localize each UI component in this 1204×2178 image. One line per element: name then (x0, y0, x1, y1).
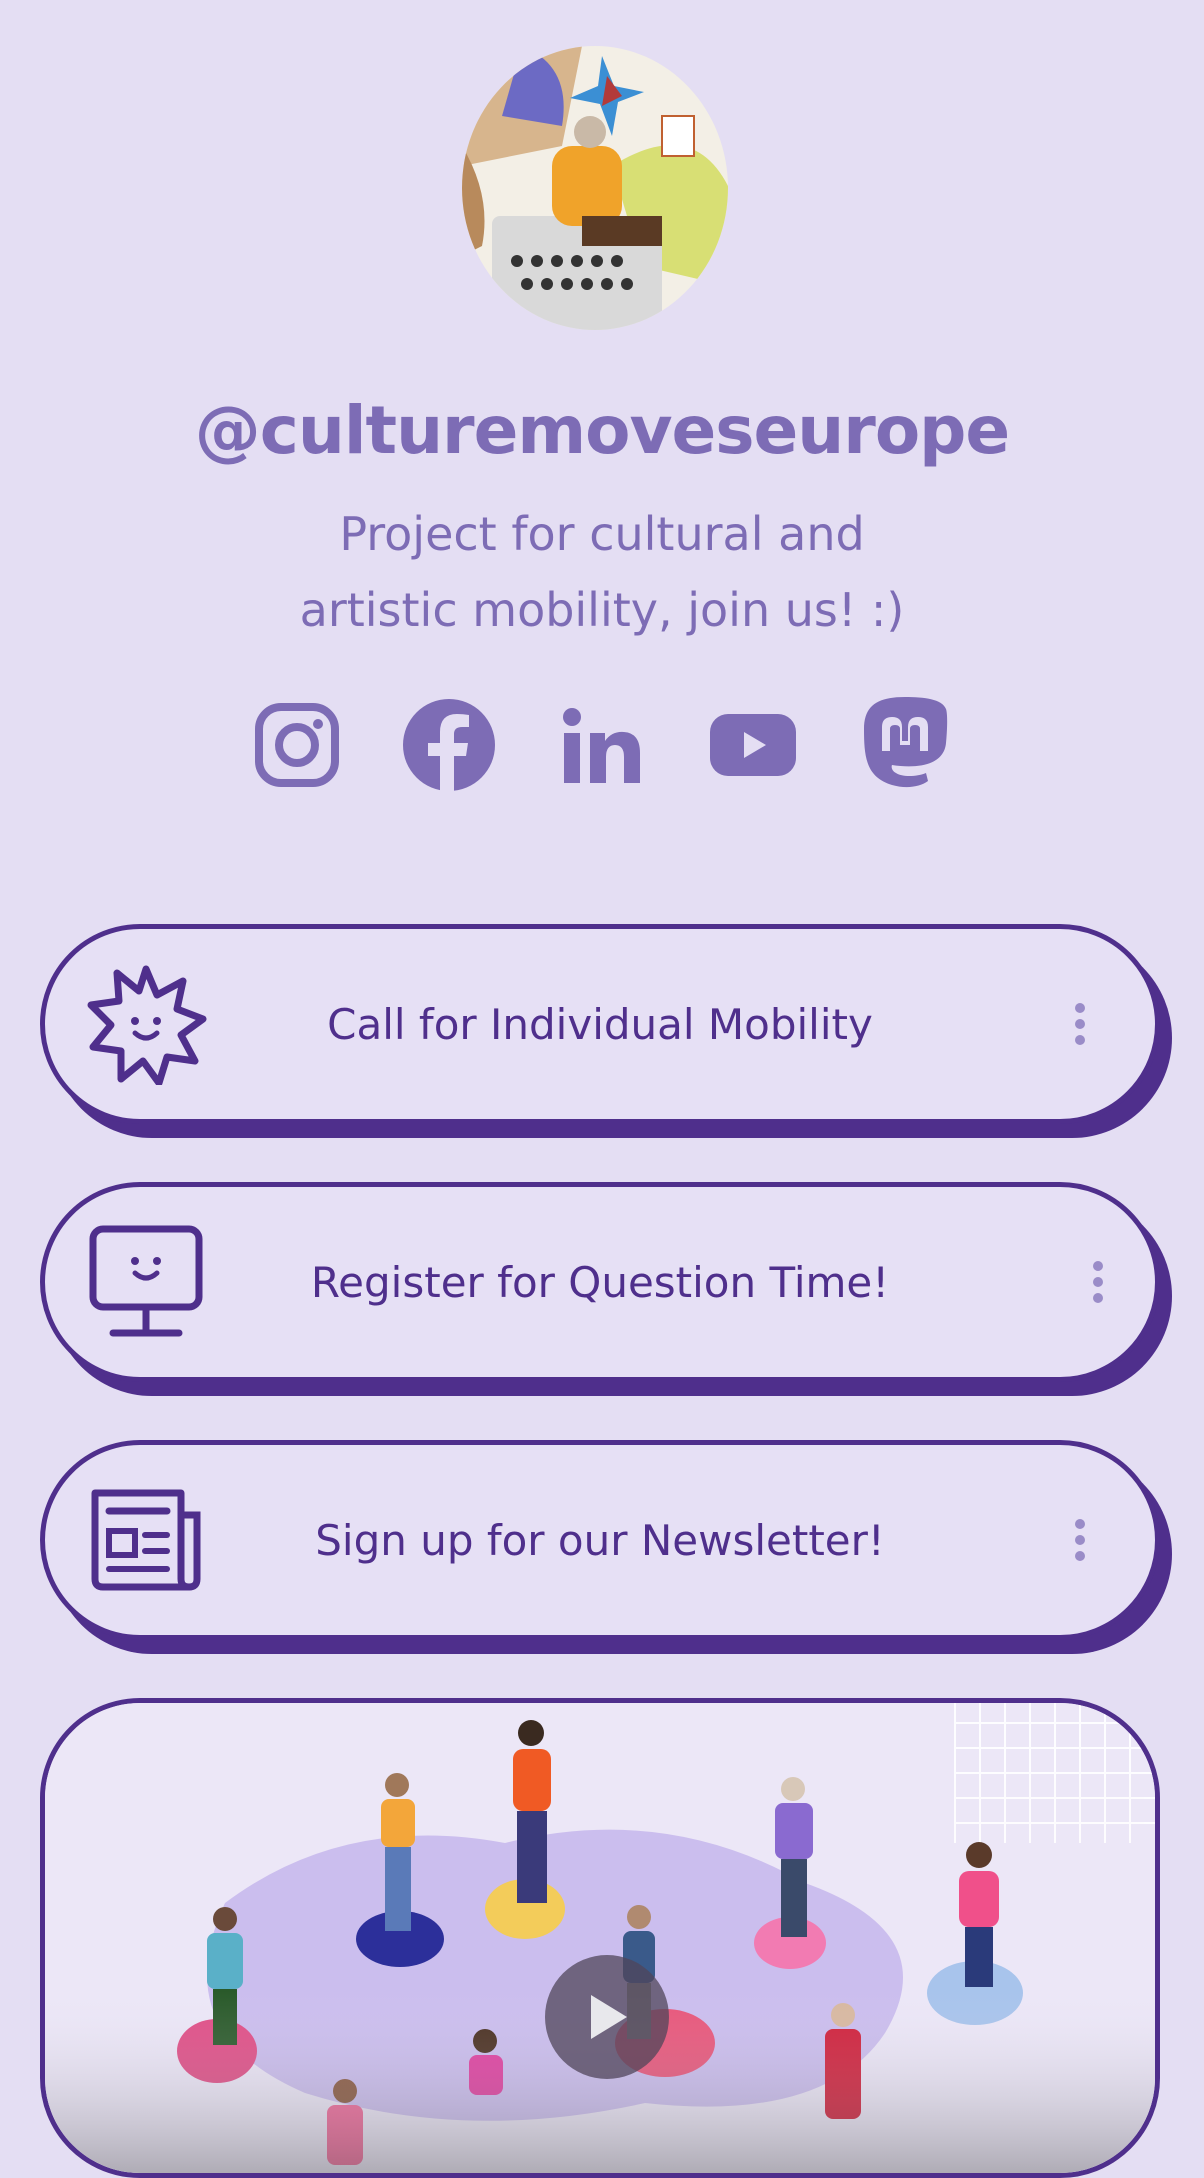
link-call-individual-mobility[interactable]: Call for Individual Mobility (40, 924, 1160, 1124)
youtube-icon[interactable] (710, 690, 796, 800)
mastodon-icon[interactable] (858, 690, 952, 800)
star-smile-icon (85, 963, 207, 1085)
more-options-icon[interactable] (1091, 1260, 1105, 1304)
link-title: Register for Question Time! (310, 1257, 890, 1307)
monitor-smile-icon (85, 1221, 207, 1343)
bio-line-1: Project for cultural and (339, 507, 865, 561)
newspaper-icon (85, 1479, 207, 1601)
play-icon (591, 1995, 627, 2039)
profile-avatar (462, 46, 728, 330)
more-options-icon[interactable] (1073, 1002, 1087, 1046)
profile-handle: @culturemoveseurope (194, 392, 1010, 469)
link-title: Call for Individual Mobility (327, 999, 873, 1049)
video-card[interactable] (40, 1698, 1160, 2178)
play-button[interactable] (545, 1955, 669, 2079)
more-options-icon[interactable] (1073, 1518, 1087, 1562)
link-register-question-time[interactable]: Register for Question Time! (40, 1182, 1160, 1382)
profile-bio: Project for cultural and artistic mobili… (0, 496, 1204, 648)
video-thumbnail (45, 1703, 1155, 2173)
instagram-icon[interactable] (254, 690, 340, 800)
bio-line-2: artistic mobility, join us! :) (299, 583, 905, 637)
facebook-icon[interactable] (402, 690, 496, 800)
link-title: Sign up for our Newsletter! (315, 1515, 885, 1565)
linkedin-icon[interactable] (562, 690, 642, 800)
social-links (0, 690, 1204, 800)
link-newsletter-signup[interactable]: Sign up for our Newsletter! (40, 1440, 1160, 1640)
